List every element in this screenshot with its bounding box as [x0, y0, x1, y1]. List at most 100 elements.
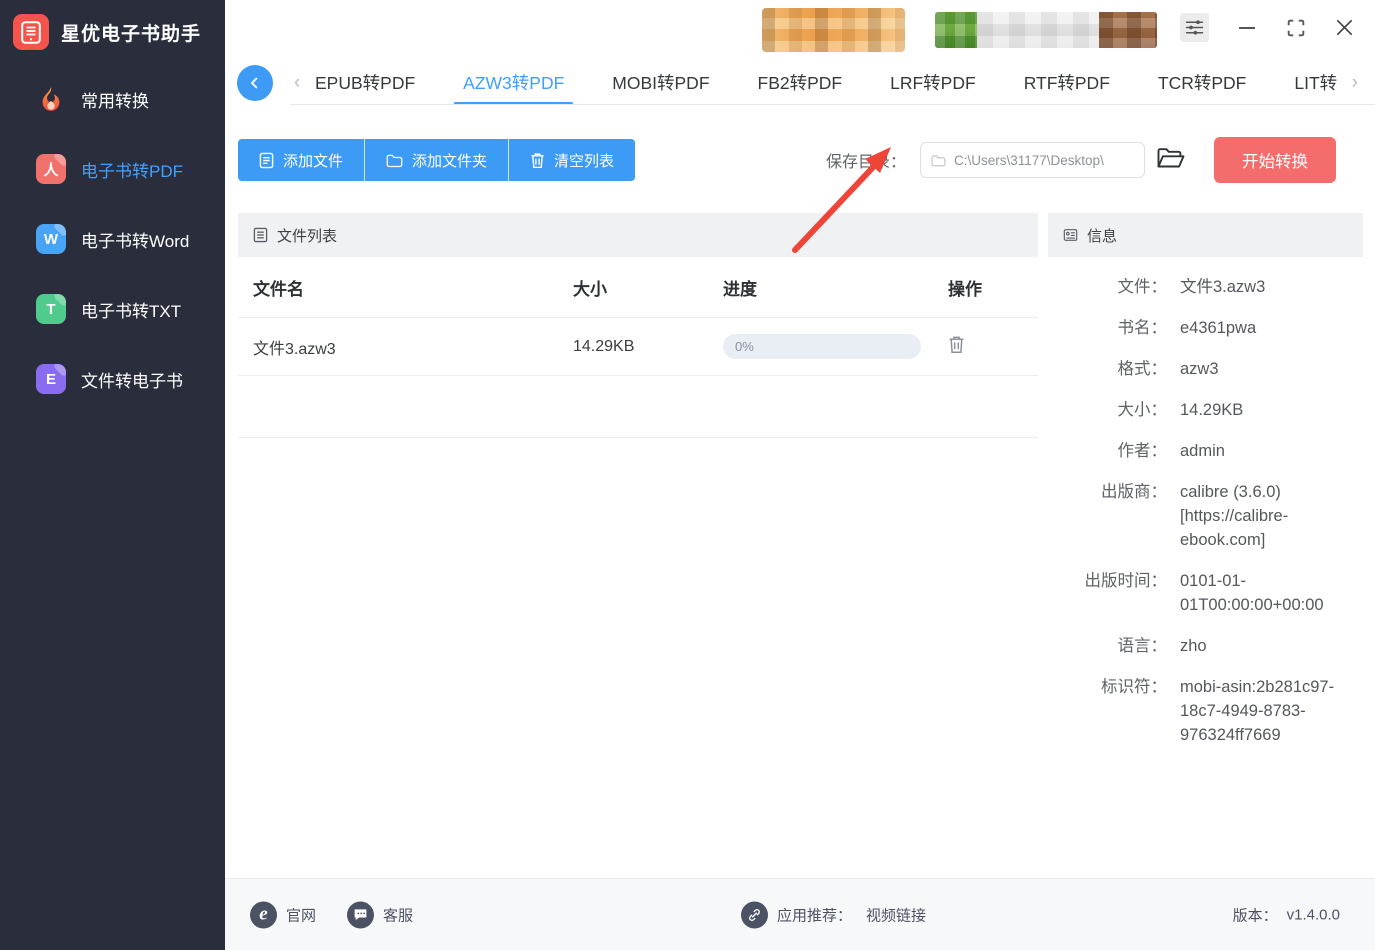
flame-icon: [36, 84, 66, 114]
sidebar-item-ebook-to-pdf[interactable]: 人 电子书转PDF: [0, 134, 225, 204]
ereader-icon: [21, 20, 41, 44]
info-card-icon: [1063, 229, 1078, 241]
table-header-row: 文件名 大小 进度 操作: [238, 257, 1038, 318]
progress-value: 0%: [735, 339, 754, 354]
tab-scroll-left-icon[interactable]: ‹: [294, 60, 300, 105]
info-row-publisher: 出版商： calibre (3.6.0) [https://calibre-eb…: [1101, 483, 1289, 549]
add-file-label: 添加文件: [283, 152, 344, 170]
blurred-badge-segment: [1099, 12, 1157, 48]
start-convert-label: 开始转换: [1242, 153, 1308, 171]
col-progress: 进度: [723, 279, 757, 299]
support-label: 客服: [383, 907, 414, 924]
blurred-badge: [762, 8, 905, 52]
info-row-bookname: 书名： e4361pwa: [1117, 319, 1257, 337]
sidebar: 星优电子书助手 常用转换 人 电子书转PDF W 电子书转Word T 电子书转…: [0, 0, 225, 950]
col-size: 大小: [573, 279, 607, 299]
info-row-author: 作者： admin: [1117, 442, 1225, 460]
file-icon: [259, 152, 274, 168]
word-icon: W: [36, 224, 66, 254]
window-controls: [1180, 13, 1355, 42]
progress-bar: 0%: [723, 334, 921, 359]
start-convert-button[interactable]: 开始转换: [1214, 137, 1336, 183]
info-row-identifier: 标识符： mobi-asin:2b281c97-18c7-4949-8783-9…: [1101, 678, 1335, 744]
version-info: 版本： v1.4.0.0: [1233, 904, 1340, 925]
customer-support-link[interactable]: 客服: [347, 901, 413, 928]
settings-tune-icon[interactable]: [1180, 13, 1209, 42]
file-actions-group: 添加文件 添加文件夹 清空列表: [238, 139, 636, 181]
clear-list-label: 清空列表: [554, 152, 615, 170]
toolbar: 添加文件 添加文件夹 清空列表 保存目录： C:\Users\31177\Des…: [225, 137, 1375, 187]
tab-mobi-pdf[interactable]: MOBI转PDF: [612, 60, 709, 105]
app-recommend: 应用推荐： 视频链接: [741, 901, 926, 928]
pdf-icon: 人: [36, 154, 66, 184]
tab-azw3-pdf[interactable]: AZW3转PDF: [454, 60, 574, 105]
info-row-pubdate: 出版时间： 0101-01-01T00:00:00+00:00: [1084, 572, 1324, 614]
trash-icon: [531, 152, 544, 168]
sidebar-item-file-to-ebook[interactable]: E 文件转电子书: [0, 344, 225, 414]
file-list-title: 文件列表: [277, 227, 338, 245]
tab-tcr-pdf[interactable]: TCR转PDF: [1158, 60, 1246, 105]
browse-folder-button[interactable]: [1156, 146, 1186, 176]
info-title: 信息: [1087, 227, 1118, 245]
sidebar-item-label: 电子书转TXT: [81, 301, 182, 321]
browser-icon: e: [250, 901, 277, 928]
footer: e 官网 客服 应用推荐： 视频链接 版本： v1.4.0.0: [225, 878, 1375, 950]
tab-lit-pdf[interactable]: LIT转: [1294, 60, 1337, 105]
clear-list-button[interactable]: 清空列表: [509, 139, 635, 181]
info-row-file: 文件： 文件3.azw3: [1117, 278, 1266, 296]
add-file-button[interactable]: 添加文件: [238, 139, 366, 181]
info-panel: 信息 文件： 文件3.azw3 书名： e4361pwa 格式： azw3 大小…: [1048, 213, 1363, 873]
tab-lrf-pdf[interactable]: LRF转PDF: [890, 60, 976, 105]
sidebar-item-ebook-to-word[interactable]: W 电子书转Word: [0, 204, 225, 274]
info-header: 信息: [1048, 213, 1363, 257]
main-area: ‹ EPUB转PDF AZW3转PDF MOBI转PDF FB2转PDF LRF…: [225, 0, 1375, 950]
blurred-badge-segment: [977, 12, 1099, 48]
app-title: 星优电子书助手: [61, 23, 202, 45]
ebook-icon: E: [36, 364, 66, 394]
official-website-link[interactable]: e 官网: [250, 901, 316, 928]
add-folder-label: 添加文件夹: [412, 152, 488, 170]
recommend-label: 应用推荐：: [777, 907, 853, 924]
sidebar-item-ebook-to-txt[interactable]: T 电子书转TXT: [0, 274, 225, 344]
delete-row-icon[interactable]: [948, 335, 965, 354]
tab-epub-pdf[interactable]: EPUB转PDF: [315, 60, 415, 105]
action-cell: [948, 335, 1038, 359]
save-dir-input[interactable]: C:\Users\31177\Desktop\: [920, 142, 1145, 178]
back-button[interactable]: [237, 65, 273, 101]
tab-rtf-pdf[interactable]: RTF转PDF: [1024, 60, 1110, 105]
minimize-icon[interactable]: [1236, 17, 1258, 39]
tab-list: EPUB转PDF AZW3转PDF MOBI转PDF FB2转PDF LRF转P…: [315, 60, 1341, 105]
tabbar: ‹ EPUB转PDF AZW3转PDF MOBI转PDF FB2转PDF LRF…: [225, 60, 1375, 105]
file-list-header: 文件列表: [238, 213, 1038, 257]
app-logo-icon: [13, 14, 49, 50]
file-name: 文件3.azw3: [253, 340, 336, 358]
info-row-language: 语言： zho: [1117, 637, 1207, 655]
sidebar-item-common-convert[interactable]: 常用转换: [0, 64, 225, 134]
close-icon[interactable]: [1334, 17, 1355, 38]
maximize-icon[interactable]: [1285, 17, 1307, 39]
empty-row: [238, 376, 1038, 438]
file-size: 14.29KB: [573, 337, 635, 355]
col-action: 操作: [948, 279, 982, 299]
save-dir-label: 保存目录：: [826, 154, 907, 171]
sidebar-item-label: 电子书转Word: [81, 231, 190, 251]
file-list-panel: 文件列表 文件名 大小 进度 操作 文件3.azw3 14.29KB 0%: [238, 213, 1038, 873]
table-row: 文件3.azw3 14.29KB 0%: [238, 318, 1038, 376]
add-folder-button[interactable]: 添加文件夹: [365, 139, 510, 181]
sidebar-item-label: 文件转电子书: [81, 371, 183, 391]
chat-icon: [347, 901, 374, 928]
progress-cell: 0%: [723, 334, 948, 359]
folder-icon: [386, 154, 403, 167]
link-icon: [741, 901, 768, 928]
tab-fb2-pdf[interactable]: FB2转PDF: [758, 60, 843, 105]
col-filename: 文件名: [253, 279, 304, 299]
titlebar: [225, 0, 1375, 60]
list-icon: [253, 227, 268, 243]
app-logo-row: 星优电子书助手: [0, 0, 225, 50]
tab-scroll-right-icon[interactable]: ›: [1352, 60, 1358, 105]
info-body: 文件： 文件3.azw3 书名： e4361pwa 格式： azw3 大小： 1…: [1048, 257, 1363, 747]
folder-icon: [931, 154, 946, 166]
app-window: 星优电子书助手 常用转换 人 电子书转PDF W 电子书转Word T 电子书转…: [0, 0, 1375, 950]
blurred-badge: [935, 12, 1157, 48]
video-link[interactable]: 视频链接: [866, 904, 926, 925]
